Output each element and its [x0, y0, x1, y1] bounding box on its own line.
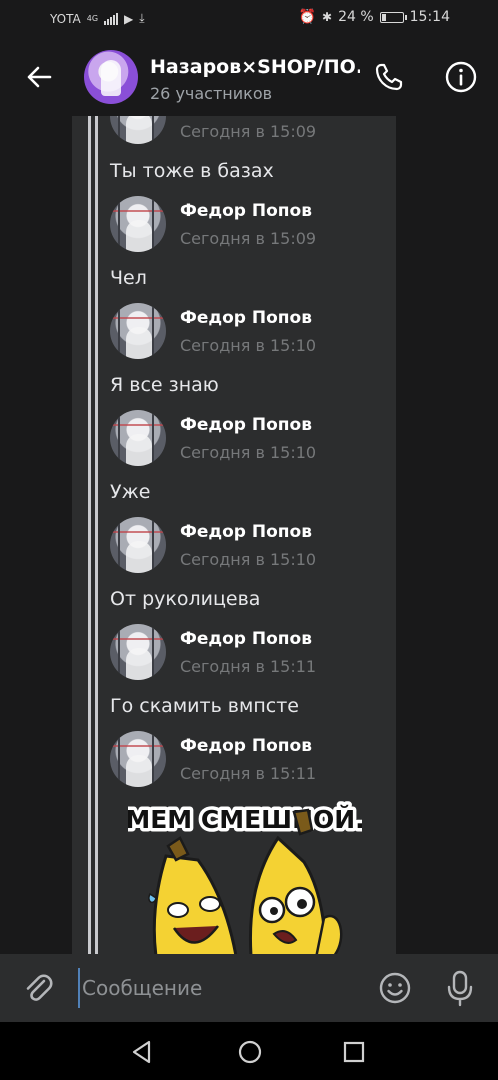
sender-name[interactable]: Федор Попов: [180, 736, 312, 756]
bluetooth-icon: ✱: [322, 10, 333, 24]
sender-name[interactable]: Федор Попов: [180, 201, 312, 221]
status-bar: YOTA 4G ▶ ⤓ ⏰ ✱ 24 % 15:14: [0, 0, 498, 38]
sticker-caption: МЕМ СМЕШНОЙ.: [128, 805, 362, 834]
network-label: 4G: [86, 14, 99, 23]
chat-members-count: 26 участников: [150, 84, 273, 103]
message-time: Сегодня в 15:10: [180, 550, 317, 569]
status-left: YOTA 4G ▶ ⤓: [50, 11, 145, 26]
message-time: Сегодня в 15:11: [180, 764, 317, 783]
emoji-icon[interactable]: [377, 970, 413, 1006]
sender-name[interactable]: Федор Попов: [180, 308, 312, 328]
clock: 15:14: [409, 9, 450, 25]
message-text: Го скамить вмпсте: [110, 695, 299, 717]
sender-avatar[interactable]: [110, 303, 166, 359]
paperclip-icon[interactable]: [20, 970, 56, 1006]
phone-icon[interactable]: [372, 60, 406, 94]
battery-percent: 24 %: [338, 9, 374, 25]
banana-sticker[interactable]: МЕМ СМЕШНОЙ. МЕМ СМЕШНОЙ.: [128, 798, 362, 954]
message-time: Сегодня в 15:10: [180, 443, 317, 462]
play-icon: ▶: [124, 11, 134, 26]
message-input[interactable]: [78, 968, 362, 1008]
nav-home-icon[interactable]: [236, 1038, 264, 1066]
chat-avatar[interactable]: [84, 50, 138, 104]
sender-avatar[interactable]: [110, 517, 166, 573]
nav-recents-icon[interactable]: [340, 1038, 368, 1066]
forward-line: [88, 116, 91, 954]
message-feed[interactable]: Сегодня в 15:09 Ты тоже в базах Федор По…: [0, 116, 498, 954]
sender-avatar[interactable]: [110, 410, 166, 466]
info-icon[interactable]: [444, 60, 478, 94]
alarm-icon: ⏰: [298, 9, 316, 25]
battery-icon: [379, 11, 407, 23]
sender-name[interactable]: Федор Попов: [180, 522, 312, 542]
message-text: Я все знаю: [110, 374, 219, 396]
message-text: Ты тоже в базах: [110, 160, 274, 182]
microphone-icon[interactable]: [442, 968, 478, 1008]
sender-avatar[interactable]: [110, 731, 166, 787]
signal-icon: [104, 12, 119, 25]
carrier-label: YOTA: [50, 11, 81, 26]
forward-line: [95, 116, 98, 954]
sender-avatar[interactable]: [110, 624, 166, 680]
message-text: Чел: [110, 267, 147, 289]
battery-fill: [381, 13, 387, 21]
download-icon: ⤓: [139, 11, 145, 25]
message-composer: [0, 954, 498, 1022]
back-arrow-icon[interactable]: [22, 60, 56, 94]
chat-title[interactable]: Назаров×SHOP/ПО.: [150, 56, 360, 78]
system-nav-bar: [0, 1022, 498, 1080]
nav-back-icon[interactable]: [128, 1038, 156, 1066]
message-time: Сегодня в 15:09: [180, 229, 317, 248]
status-right: ⏰ ✱ 24 % 15:14: [299, 9, 450, 25]
sender-name[interactable]: Федор Попов: [180, 629, 312, 649]
message-text: От руколицева: [110, 588, 261, 610]
message-time: Сегодня в 15:11: [180, 657, 317, 676]
message-time: Сегодня в 15:09: [180, 122, 317, 141]
sender-avatar[interactable]: [110, 196, 166, 252]
chat-header: Назаров×SHOP/ПО. 26 участников: [0, 38, 498, 116]
sender-name[interactable]: Федор Попов: [180, 415, 312, 435]
message-time: Сегодня в 15:10: [180, 336, 317, 355]
message-text: Уже: [110, 481, 151, 503]
